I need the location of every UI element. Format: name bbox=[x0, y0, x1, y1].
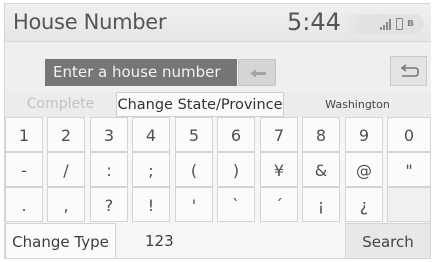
key[interactable]: 7 bbox=[260, 117, 298, 152]
change-state-button[interactable]: Change State/Province bbox=[116, 92, 284, 117]
key[interactable]: ` bbox=[217, 187, 255, 222]
key[interactable]: ¥ bbox=[260, 152, 298, 187]
clock: 5:44 bbox=[287, 8, 341, 36]
return-button[interactable] bbox=[390, 56, 427, 86]
key[interactable]: 6 bbox=[217, 117, 255, 152]
key[interactable]: ´ bbox=[260, 187, 298, 222]
key[interactable]: ( bbox=[175, 152, 213, 187]
key[interactable]: " bbox=[387, 152, 431, 187]
key[interactable]: 5 bbox=[175, 117, 213, 152]
state-label: Washington bbox=[284, 92, 431, 117]
key[interactable]: : bbox=[90, 152, 128, 187]
screen: House Number 5:44 ʙ Enter a house number… bbox=[4, 3, 431, 259]
option-row: Complete Change State/Province Washingto… bbox=[5, 92, 431, 117]
bottom-bar: Change Type 123 Search bbox=[5, 223, 431, 259]
search-button[interactable]: Search bbox=[345, 223, 431, 259]
key[interactable]: 0 bbox=[387, 117, 431, 152]
mode-label: 123 bbox=[145, 232, 174, 250]
key[interactable]: , bbox=[47, 187, 85, 222]
change-type-button[interactable]: Change Type bbox=[5, 223, 116, 259]
key[interactable]: ¿ bbox=[345, 187, 383, 222]
key[interactable]: ) bbox=[217, 152, 255, 187]
backspace-button[interactable] bbox=[238, 59, 276, 86]
battery-icon bbox=[396, 18, 403, 30]
key[interactable]: ? bbox=[90, 187, 128, 222]
key[interactable]: @ bbox=[345, 152, 383, 187]
key-blank bbox=[387, 187, 431, 222]
key[interactable]: & bbox=[302, 152, 340, 187]
key[interactable]: ; bbox=[132, 152, 170, 187]
backspace-arrow-icon bbox=[250, 69, 266, 78]
key[interactable]: ! bbox=[132, 187, 170, 222]
signal-icon bbox=[380, 19, 392, 30]
key[interactable]: ' bbox=[175, 187, 213, 222]
key[interactable]: 1 bbox=[5, 117, 43, 152]
key[interactable]: 4 bbox=[132, 117, 170, 152]
page-title: House Number bbox=[13, 10, 167, 34]
key[interactable]: / bbox=[47, 152, 85, 187]
return-icon bbox=[400, 64, 419, 77]
key[interactable]: ¡ bbox=[302, 187, 340, 222]
key[interactable]: 2 bbox=[47, 117, 85, 152]
key[interactable]: - bbox=[5, 152, 43, 187]
key[interactable]: 8 bbox=[302, 117, 340, 152]
house-number-input[interactable]: Enter a house number bbox=[45, 59, 237, 86]
key[interactable]: 9 bbox=[345, 117, 383, 152]
key[interactable]: 3 bbox=[90, 117, 128, 152]
bluetooth-icon: ʙ bbox=[407, 16, 414, 29]
input-row: Enter a house number bbox=[5, 42, 431, 94]
key[interactable]: . bbox=[5, 187, 43, 222]
header: House Number 5:44 ʙ bbox=[5, 4, 431, 42]
complete-button: Complete bbox=[5, 92, 116, 117]
status-bar: ʙ bbox=[340, 14, 424, 34]
